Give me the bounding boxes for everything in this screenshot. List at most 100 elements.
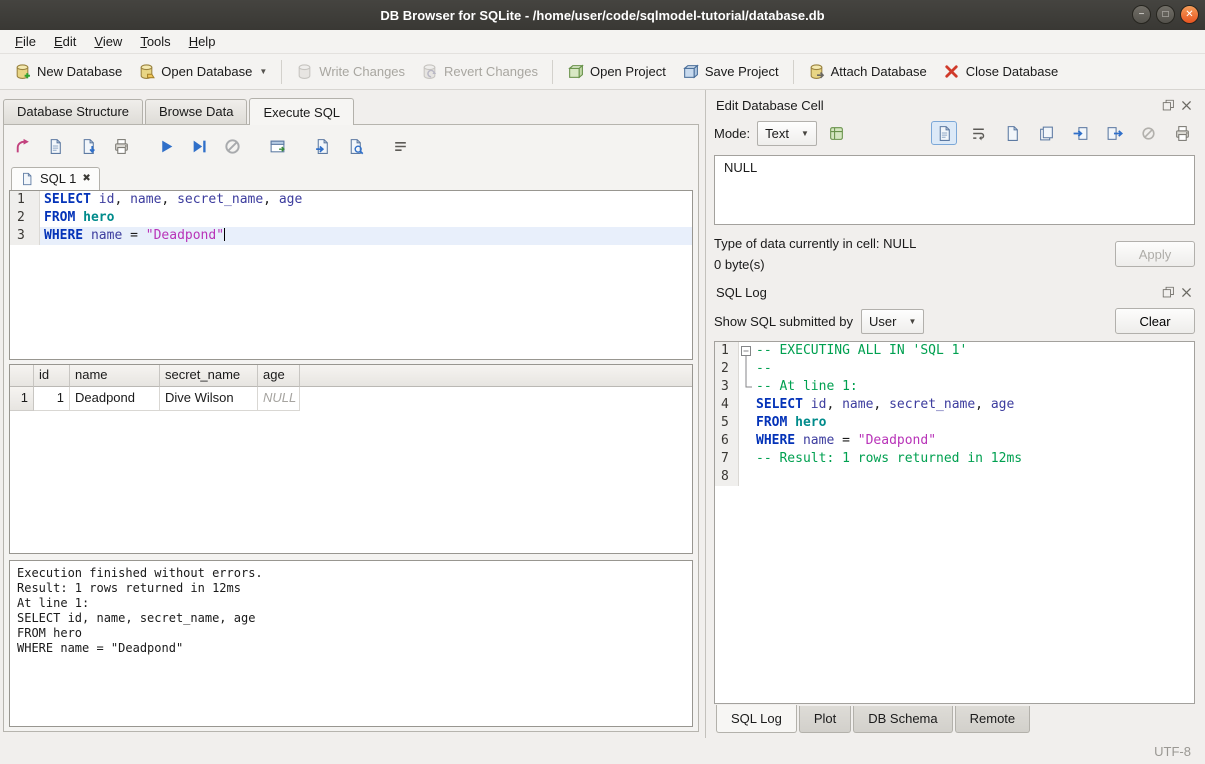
dock-tab-sql-log[interactable]: SQL Log bbox=[716, 705, 797, 733]
chevron-down-icon: ▼ bbox=[908, 317, 916, 326]
print-cell-icon[interactable] bbox=[1169, 121, 1195, 145]
word-wrap-icon[interactable] bbox=[387, 134, 413, 158]
column-header-id[interactable]: id bbox=[34, 365, 70, 387]
cell-content: NULL bbox=[724, 160, 757, 175]
minimize-button[interactable]: − bbox=[1132, 5, 1151, 24]
close-database-button[interactable]: Close Database bbox=[935, 59, 1067, 84]
open-project-button[interactable]: Open Project bbox=[559, 59, 674, 84]
titlebar[interactable]: DB Browser for SQLite - /home/user/code/… bbox=[0, 0, 1205, 30]
chevron-down-icon: ▼ bbox=[801, 129, 809, 138]
print-icon[interactable] bbox=[108, 134, 134, 158]
tab-browse-data[interactable]: Browse Data bbox=[145, 99, 247, 124]
status-line: Result: 1 rows returned in 12ms bbox=[17, 581, 685, 596]
editor-line[interactable]: 2FROM hero bbox=[10, 209, 692, 227]
close-dock-icon[interactable] bbox=[1180, 286, 1193, 299]
table-cell[interactable]: Dive Wilson bbox=[160, 387, 258, 411]
text-view-icon[interactable] bbox=[931, 121, 957, 145]
export-data-icon[interactable] bbox=[1101, 121, 1127, 145]
execute-current-line-icon[interactable] bbox=[186, 134, 212, 158]
execute-sql-pane: Database StructureBrowse DataExecute SQL… bbox=[0, 90, 705, 738]
sql-tabbar: SQL 1 ✖ bbox=[9, 163, 693, 190]
menu-tools[interactable]: Tools bbox=[131, 30, 179, 53]
dock-tab-plot[interactable]: Plot bbox=[799, 706, 851, 733]
new-tab-icon[interactable] bbox=[9, 134, 35, 158]
close-button[interactable]: ✕ bbox=[1180, 5, 1199, 24]
toolbar-separator bbox=[793, 60, 794, 84]
save-sql-file-icon[interactable] bbox=[75, 134, 101, 158]
column-header-secret-name[interactable]: secret_name bbox=[160, 365, 258, 387]
log-filter-select[interactable]: User ▼ bbox=[861, 309, 924, 334]
sql-log-view[interactable]: 1-- EXECUTING ALL IN 'SQL 1'2--3-- At li… bbox=[714, 341, 1195, 704]
json-view-icon[interactable] bbox=[999, 121, 1025, 145]
log-line: 5FROM hero bbox=[715, 414, 1194, 432]
table-cell[interactable]: 1 bbox=[34, 387, 70, 411]
menu-help[interactable]: Help bbox=[180, 30, 225, 53]
open-database-button[interactable]: Open Database▼ bbox=[130, 59, 275, 84]
dock-tab-remote[interactable]: Remote bbox=[955, 706, 1031, 733]
revert-changes-button: Revert Changes bbox=[413, 59, 546, 84]
execute-all-icon[interactable] bbox=[153, 134, 179, 158]
mode-label: Mode: bbox=[714, 126, 750, 141]
log-line: 1-- EXECUTING ALL IN 'SQL 1' bbox=[715, 342, 1194, 360]
line-number: 5 bbox=[715, 414, 739, 432]
edit-cell-toolbar: Mode: Text ▼ bbox=[714, 116, 1195, 150]
new-database-button[interactable]: New Database bbox=[6, 59, 130, 84]
auto-format-button[interactable] bbox=[824, 121, 850, 145]
mode-value: Text bbox=[765, 126, 789, 141]
status-line: WHERE name = "Deadpond" bbox=[17, 641, 685, 656]
find-replace-icon[interactable] bbox=[342, 134, 368, 158]
export-results-icon[interactable] bbox=[309, 134, 335, 158]
sql-editor[interactable]: 1SELECT id, name, secret_name, age2FROM … bbox=[9, 190, 693, 360]
execution-status: Execution finished without errors.Result… bbox=[9, 560, 693, 727]
encoding-indicator: UTF-8 bbox=[1154, 744, 1191, 759]
column-header-age[interactable]: age bbox=[258, 365, 300, 387]
table-cell[interactable]: NULL bbox=[258, 387, 300, 411]
log-line: 8 bbox=[715, 468, 1194, 486]
menu-file[interactable]: File bbox=[6, 30, 45, 53]
cell-edit-icons bbox=[931, 121, 1195, 145]
mode-select[interactable]: Text ▼ bbox=[757, 121, 817, 146]
execute-sql-frame: SQL 1 ✖ 1SELECT id, name, secret_name, a… bbox=[3, 124, 699, 732]
edit-cell-header: Edit Database Cell bbox=[714, 94, 1195, 116]
log-line: 2-- bbox=[715, 360, 1194, 378]
open-sql-file-icon[interactable] bbox=[42, 134, 68, 158]
sql-log-controls: Show SQL submitted by User ▼ Clear bbox=[714, 303, 1195, 339]
close-dock-icon[interactable] bbox=[1180, 99, 1193, 112]
maximize-button[interactable]: □ bbox=[1156, 5, 1175, 24]
fold-marker[interactable] bbox=[739, 342, 753, 360]
dock-tab-db-schema[interactable]: DB Schema bbox=[853, 706, 952, 733]
menu-edit[interactable]: Edit bbox=[45, 30, 85, 53]
status-line: SELECT id, name, secret_name, age bbox=[17, 611, 685, 626]
copy-cell-icon[interactable] bbox=[1033, 121, 1059, 145]
right-dock: Edit Database Cell Mode: Text ▼ NULL bbox=[705, 90, 1205, 738]
tab-execute-sql[interactable]: Execute SQL bbox=[249, 98, 354, 125]
sql-tab[interactable]: SQL 1 ✖ bbox=[11, 167, 100, 190]
clear-log-button[interactable]: Clear bbox=[1115, 308, 1195, 334]
tab-database-structure[interactable]: Database Structure bbox=[3, 99, 143, 124]
word-wrap-icon[interactable] bbox=[965, 121, 991, 145]
editor-line[interactable]: 1SELECT id, name, secret_name, age bbox=[10, 191, 692, 209]
float-dock-icon[interactable] bbox=[1162, 286, 1175, 299]
open-results-new-tab-icon[interactable] bbox=[264, 134, 290, 158]
attach-database-button[interactable]: Attach Database bbox=[800, 59, 935, 84]
column-header-name[interactable]: name bbox=[70, 365, 160, 387]
edit-cell-title: Edit Database Cell bbox=[716, 98, 824, 113]
save-project-button[interactable]: Save Project bbox=[674, 59, 787, 84]
chevron-down-icon[interactable]: ▼ bbox=[259, 67, 267, 76]
status-line: At line 1: bbox=[17, 596, 685, 611]
menu-view[interactable]: View bbox=[85, 30, 131, 53]
fold-marker bbox=[739, 414, 753, 432]
set-null-icon[interactable] bbox=[1135, 121, 1161, 145]
table-cell[interactable]: Deadpond bbox=[70, 387, 160, 411]
cell-editor[interactable]: NULL bbox=[714, 155, 1195, 225]
editor-line[interactable]: 3WHERE name = "Deadpond" bbox=[10, 227, 692, 245]
line-number: 2 bbox=[715, 360, 739, 378]
close-tab-icon[interactable]: ✖ bbox=[82, 173, 90, 184]
stop-icon[interactable] bbox=[219, 134, 245, 158]
import-data-icon[interactable] bbox=[1067, 121, 1093, 145]
apply-button[interactable]: Apply bbox=[1115, 241, 1195, 267]
log-filter-label: Show SQL submitted by bbox=[714, 314, 853, 329]
sql-document-icon bbox=[20, 172, 34, 186]
float-dock-icon[interactable] bbox=[1162, 99, 1175, 112]
sql-log-header: SQL Log bbox=[714, 281, 1195, 303]
